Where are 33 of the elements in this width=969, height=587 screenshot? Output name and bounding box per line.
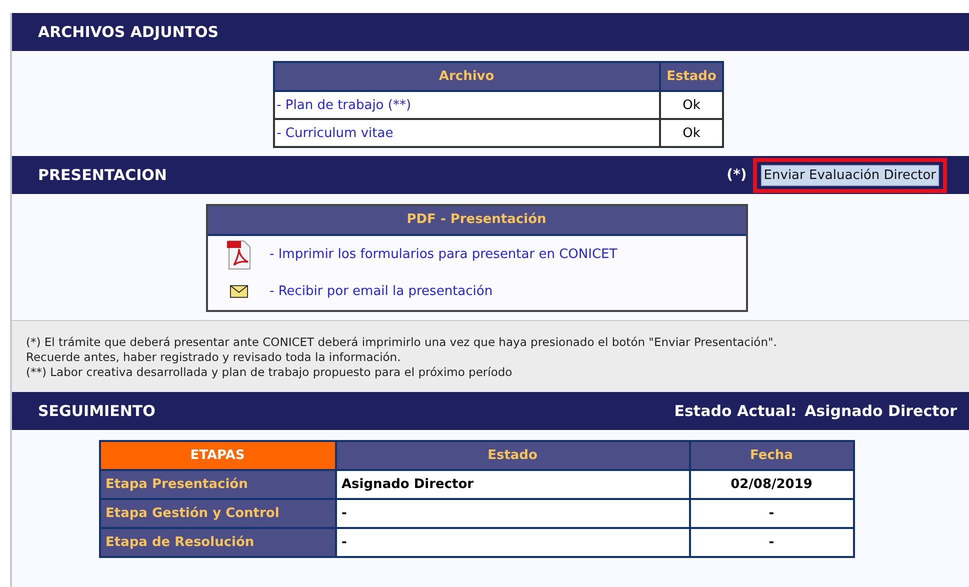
table-cell: - — [336, 528, 690, 557]
column-header: Archivo — [274, 62, 660, 91]
envelope-icon — [230, 285, 248, 298]
row-header: Etapa Presentación — [100, 470, 336, 499]
state-value: Asignado Director — [804, 402, 957, 420]
section-title: SEGUIMIENTO — [38, 402, 156, 420]
note-mark: (*) — [726, 167, 747, 183]
table-cell: - — [336, 499, 690, 528]
state-label: Estado Actual: — [674, 402, 797, 420]
file-link[interactable]: - Curriculum vitae — [276, 126, 394, 140]
row-header: Etapa de Resolución — [100, 528, 336, 557]
table-cell: Ok — [660, 119, 724, 147]
footnote: (**) Labor creativa desarrollada y plan de trabajo propuesto para el próximo período — [26, 365, 514, 380]
action-link[interactable]: - Imprimir los formularios para presentar en CONICET — [270, 247, 618, 262]
file-link[interactable]: - Plan de trabajo (**) — [276, 98, 412, 112]
section-title: PRESENTACION — [38, 166, 167, 184]
action-link[interactable]: - Recibir por email la presentación — [270, 284, 493, 299]
section-title: ARCHIVOS ADJUNTOS — [38, 23, 219, 41]
panel-title: PDF - Presentación — [208, 206, 746, 236]
footnote: Recuerde antes, haber registrado y revisado toda la información. — [26, 350, 402, 365]
footnote: (*) El trámite que deberá presentar ante CONICET deberá imprimirlo una vez que haya presionado el botón "Enviar Presentación". — [26, 335, 778, 350]
table-cell: - — [690, 499, 854, 528]
send-button[interactable]: Enviar Evaluación Director — [760, 164, 939, 186]
column-header: Estado — [660, 62, 724, 91]
table-cell: Ok — [660, 91, 724, 119]
table-cell: Asignado Director — [336, 470, 690, 499]
pdf-file-icon — [226, 238, 252, 270]
table-cell: - — [690, 528, 854, 557]
table-cell: 02/08/2019 — [690, 470, 854, 499]
row-header: Etapa Gestión y Control — [100, 499, 336, 528]
column-header: Estado — [336, 441, 690, 470]
column-header: Fecha — [690, 441, 854, 470]
column-header: ETAPAS — [100, 441, 336, 470]
